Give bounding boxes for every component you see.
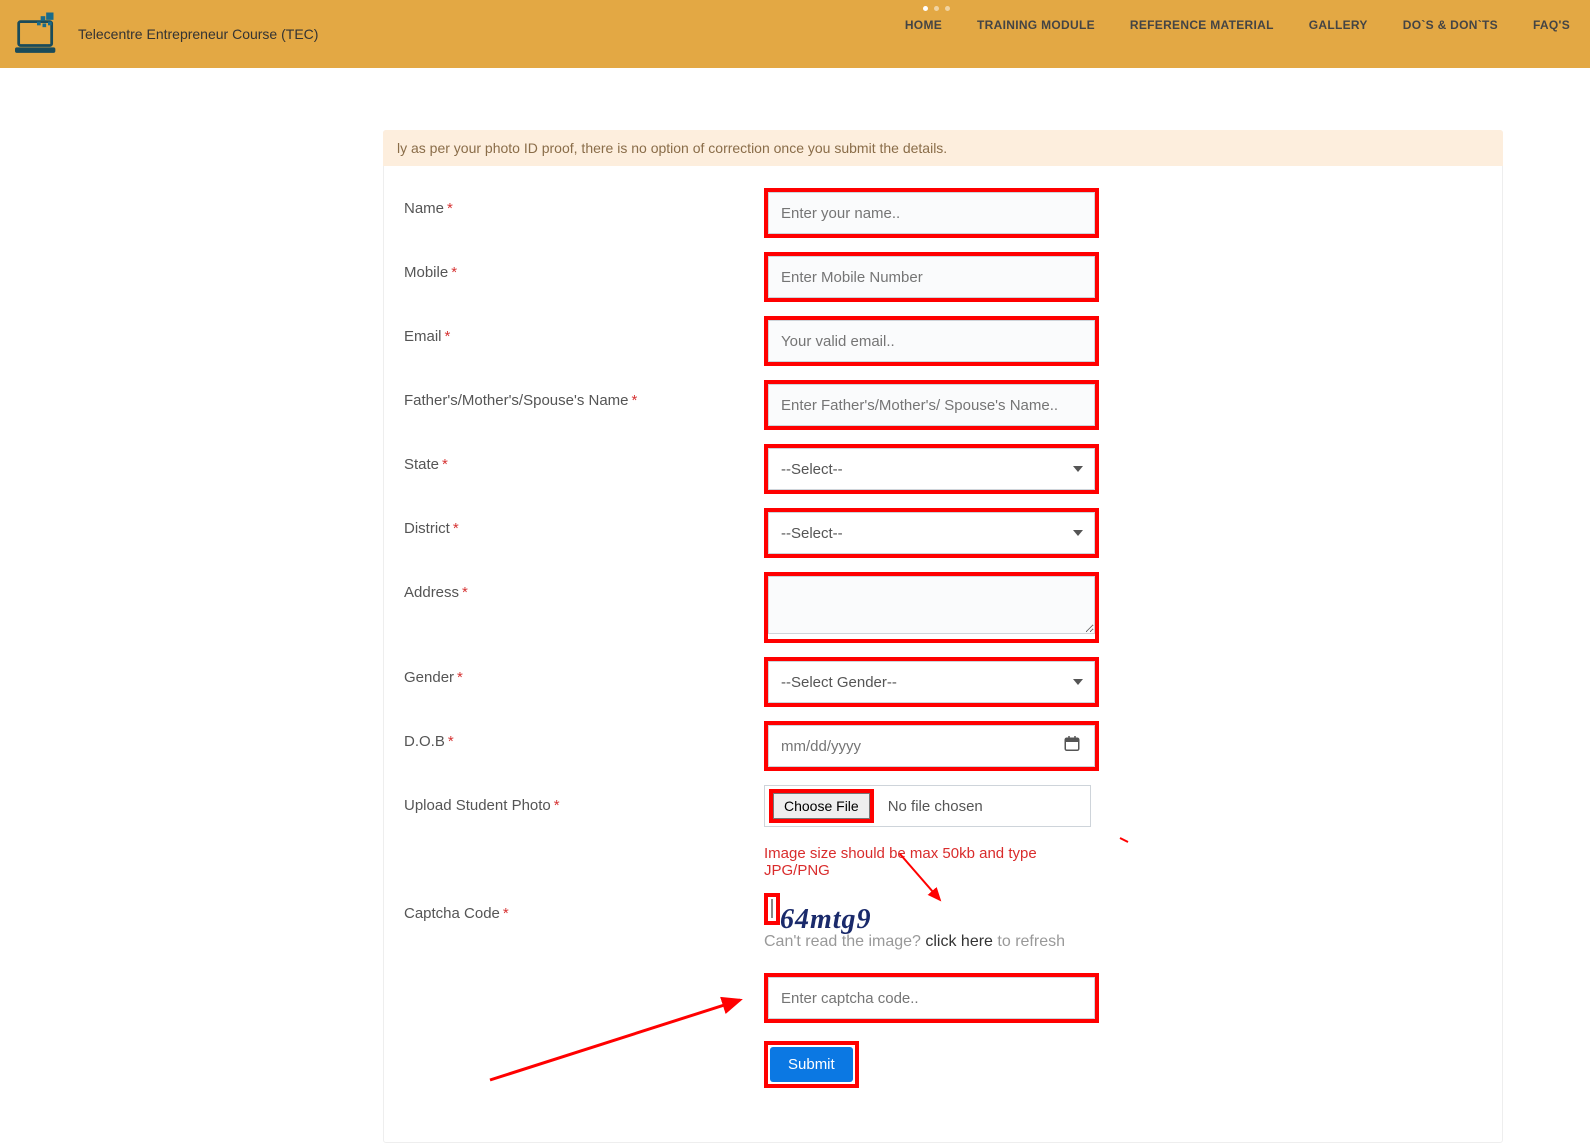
required-icon: * xyxy=(554,797,560,814)
required-icon: * xyxy=(462,584,468,601)
required-icon: * xyxy=(451,264,457,281)
label-state: State xyxy=(404,456,439,473)
nav-gallery[interactable]: GALLERY xyxy=(1309,18,1368,32)
photo-hint: Image size should be max 50kb and type J… xyxy=(764,845,1099,879)
email-input[interactable] xyxy=(768,320,1095,362)
label-dob: D.O.B xyxy=(404,733,445,750)
required-icon: * xyxy=(448,733,454,750)
dob-input[interactable] xyxy=(768,725,1095,767)
nav-dos-donts[interactable]: DO`S & DON`TS xyxy=(1403,18,1498,32)
label-address: Address xyxy=(404,584,459,601)
choose-file-button[interactable]: Choose File xyxy=(773,793,870,819)
state-select[interactable]: --Select-- xyxy=(768,448,1095,490)
carousel-dot[interactable] xyxy=(934,6,939,11)
label-name: Name xyxy=(404,200,444,217)
carousel-dot[interactable] xyxy=(923,6,928,11)
carousel-dots xyxy=(923,6,963,12)
nav-reference-material[interactable]: REFERENCE MATERIAL xyxy=(1130,18,1274,32)
label-parent-name: Father's/Mother's/Spouse's Name xyxy=(404,392,629,409)
label-gender: Gender xyxy=(404,669,454,686)
gender-select[interactable]: --Select Gender-- xyxy=(768,661,1095,703)
nav-training-module[interactable]: TRAINING MODULE xyxy=(977,18,1095,32)
captcha-image: 64mtg9 xyxy=(771,899,773,918)
label-mobile: Mobile xyxy=(404,264,448,281)
row-district: District* --Select-- xyxy=(404,508,1482,558)
required-icon: * xyxy=(447,200,453,217)
row-parent-name: Father's/Mother's/Spouse's Name* xyxy=(404,380,1482,430)
submit-button[interactable]: Submit xyxy=(770,1047,853,1082)
calendar-icon[interactable] xyxy=(1063,735,1081,758)
file-input-container[interactable]: Choose File No file chosen xyxy=(764,785,1091,827)
label-photo: Upload Student Photo xyxy=(404,797,551,814)
nav-home[interactable]: HOME xyxy=(905,18,942,32)
captcha-input[interactable] xyxy=(768,977,1095,1019)
row-photo: Upload Student Photo* Choose File No fil… xyxy=(404,785,1482,879)
row-gender: Gender* --Select Gender-- xyxy=(404,657,1482,707)
row-email: Email* xyxy=(404,316,1482,366)
site-header: Telecentre Entrepreneur Course (TEC) HOM… xyxy=(0,0,1590,68)
label-email: Email xyxy=(404,328,442,345)
logo-block: Telecentre Entrepreneur Course (TEC) xyxy=(0,12,318,57)
required-icon: * xyxy=(503,905,509,922)
nav-faqs[interactable]: FAQ'S xyxy=(1533,18,1570,32)
warning-alert: ly as per your photo ID proof, there is … xyxy=(383,130,1503,166)
required-icon: * xyxy=(457,669,463,686)
registration-form: Name* Mobile* Email* Father's/Mother's/S… xyxy=(384,178,1502,1142)
brand-title: Telecentre Entrepreneur Course (TEC) xyxy=(78,26,318,42)
label-captcha: Captcha Code xyxy=(404,905,500,922)
row-captcha: Captcha Code* 64mtg9 Can't read the imag… xyxy=(404,893,1482,1088)
required-icon: * xyxy=(445,328,451,345)
row-state: State* --Select-- xyxy=(404,444,1482,494)
district-select[interactable]: --Select-- xyxy=(768,512,1095,554)
name-input[interactable] xyxy=(768,192,1095,234)
registration-card: ly as per your photo ID proof, there is … xyxy=(383,130,1503,1143)
row-dob: D.O.B* xyxy=(404,721,1482,771)
parent-name-input[interactable] xyxy=(768,384,1095,426)
mobile-input[interactable] xyxy=(768,256,1095,298)
primary-nav: HOME TRAINING MODULE REFERENCE MATERIAL … xyxy=(905,18,1570,32)
row-address: Address* xyxy=(404,572,1482,643)
address-textarea[interactable] xyxy=(768,576,1095,634)
row-name: Name* xyxy=(404,188,1482,238)
captcha-refresh-link[interactable]: click here xyxy=(925,933,993,950)
file-status-text: No file chosen xyxy=(888,798,983,815)
carousel-dot[interactable] xyxy=(945,6,950,11)
label-district: District xyxy=(404,520,450,537)
captcha-cant-suffix: to refresh xyxy=(993,933,1065,950)
required-icon: * xyxy=(453,520,459,537)
required-icon: * xyxy=(442,456,448,473)
required-icon: * xyxy=(632,392,638,409)
logo-icon xyxy=(15,12,70,57)
row-mobile: Mobile* xyxy=(404,252,1482,302)
